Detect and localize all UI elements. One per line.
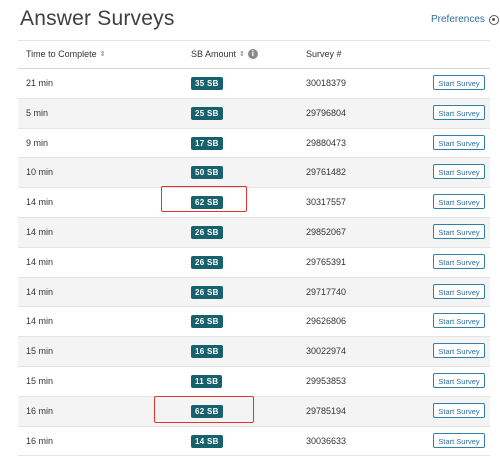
start-survey-button[interactable]: Start Survey [433,402,485,418]
time-cell: 14 min [26,226,54,237]
time-cell: 15 min [26,346,54,357]
table-row: 15 min 11 SB 29953853 Start Survey [18,367,490,397]
time-cell: 14 min [26,316,54,327]
survey-id-cell: 30317557 [306,197,347,208]
sb-amount-badge: 16 SB [191,345,223,359]
survey-id-cell: 29626806 [306,316,347,327]
start-survey-button[interactable]: Start Survey [433,372,485,388]
time-cell: 14 min [26,256,54,267]
survey-id-cell: 29852067 [306,226,347,237]
start-survey-button[interactable]: Start Survey [433,343,485,359]
sb-amount-badge: 14 SB [191,434,223,448]
survey-id-cell: 30036633 [306,435,347,446]
surveys-table: Time to Complete ⇕ SB Amount ⇕ i Survey … [18,40,490,456]
start-survey-button[interactable]: Start Survey [433,283,485,299]
sb-amount-badge: 11 SB [191,374,223,388]
table-row: 14 min 26 SB 29717740 Start Survey [18,277,490,308]
time-cell: 14 min [26,286,54,297]
table-row: 14 min 62 SB 30317557 Start Survey [18,188,490,218]
sb-amount-badge: 26 SB [191,255,223,269]
start-survey-button[interactable]: Start Survey [433,313,485,329]
start-survey-button[interactable]: Start Survey [433,134,485,150]
survey-id-cell: 29717740 [306,286,347,297]
table-row: 16 min 14 SB 30036633 Start Survey [18,427,490,456]
time-cell: 10 min [26,167,54,178]
time-cell: 21 min [26,78,54,88]
column-amount-header[interactable]: SB Amount ⇕ i [191,49,258,59]
table-row: 9 min 17 SB 29880473 Start Survey [18,129,490,159]
survey-id-cell: 29796804 [306,107,347,118]
sort-icon: ⇕ [239,51,245,58]
table-row: 10 min 50 SB 29761482 Start Survey [18,158,490,189]
time-cell: 15 min [26,375,54,386]
answer-surveys-page: Answer Surveys Preferences Time to Compl… [0,0,500,456]
table-row: 15 min 16 SB 30022974 Start Survey [18,337,490,367]
sb-amount-badge: 25 SB [191,106,223,120]
highlight-box [161,186,247,212]
survey-id-cell: 29765391 [306,256,347,267]
survey-id-cell: 29761482 [306,167,347,178]
sb-amount-badge: 26 SB [191,225,223,239]
start-survey-button[interactable]: Start Survey [433,253,485,269]
survey-id-cell: 30018379 [306,78,347,88]
start-survey-button[interactable]: Start Survey [433,194,485,210]
survey-id-cell: 30022974 [306,346,347,357]
table-row: 14 min 26 SB 29626806 Start Survey [18,307,490,338]
start-survey-button[interactable]: Start Survey [433,432,485,448]
gear-icon [488,14,499,25]
table-row: 5 min 25 SB 29796804 Start Survey [18,98,490,129]
time-cell: 9 min [26,137,49,148]
preferences-link[interactable]: Preferences [431,14,499,25]
survey-id-cell: 29953853 [306,375,347,386]
time-cell: 14 min [26,197,54,208]
table-body: 21 min 35 SB 30018379 Start Survey 5 min 25 S… [18,69,490,456]
sb-amount-badge: 17 SB [191,136,223,150]
table-row: 16 min 62 SB 29785194 Start Survey [18,396,490,427]
survey-id-cell: 29785194 [306,405,347,416]
table-header: Time to Complete ⇕ SB Amount ⇕ i Survey … [18,40,490,69]
table-row: 14 min 26 SB 29852067 Start Survey [18,217,490,248]
start-survey-button[interactable]: Start Survey [433,75,485,90]
column-survey-header: Survey # [306,49,342,59]
sb-amount-badge: 35 SB [191,77,223,90]
start-survey-button[interactable]: Start Survey [433,104,485,120]
time-cell: 16 min [26,405,54,416]
table-row: 21 min 35 SB 30018379 Start Survey [18,69,490,99]
time-cell: 5 min [26,107,49,118]
start-survey-button[interactable]: Start Survey [433,223,485,239]
survey-id-cell: 29880473 [306,137,347,148]
sb-amount-badge: 26 SB [191,285,223,299]
page-title: Answer Surveys [20,7,175,30]
info-icon[interactable]: i [247,49,258,59]
time-cell: 16 min [26,435,54,446]
sb-amount-badge: 50 SB [191,166,223,180]
highlight-box [154,396,254,423]
preferences-label: Preferences [431,14,485,25]
sb-amount-badge: 26 SB [191,315,223,329]
table-row: 14 min 26 SB 29765391 Start Survey [18,248,490,278]
column-time-header[interactable]: Time to Complete ⇕ [26,49,106,59]
sort-icon: ⇕ [99,51,106,58]
start-survey-button[interactable]: Start Survey [433,164,485,180]
